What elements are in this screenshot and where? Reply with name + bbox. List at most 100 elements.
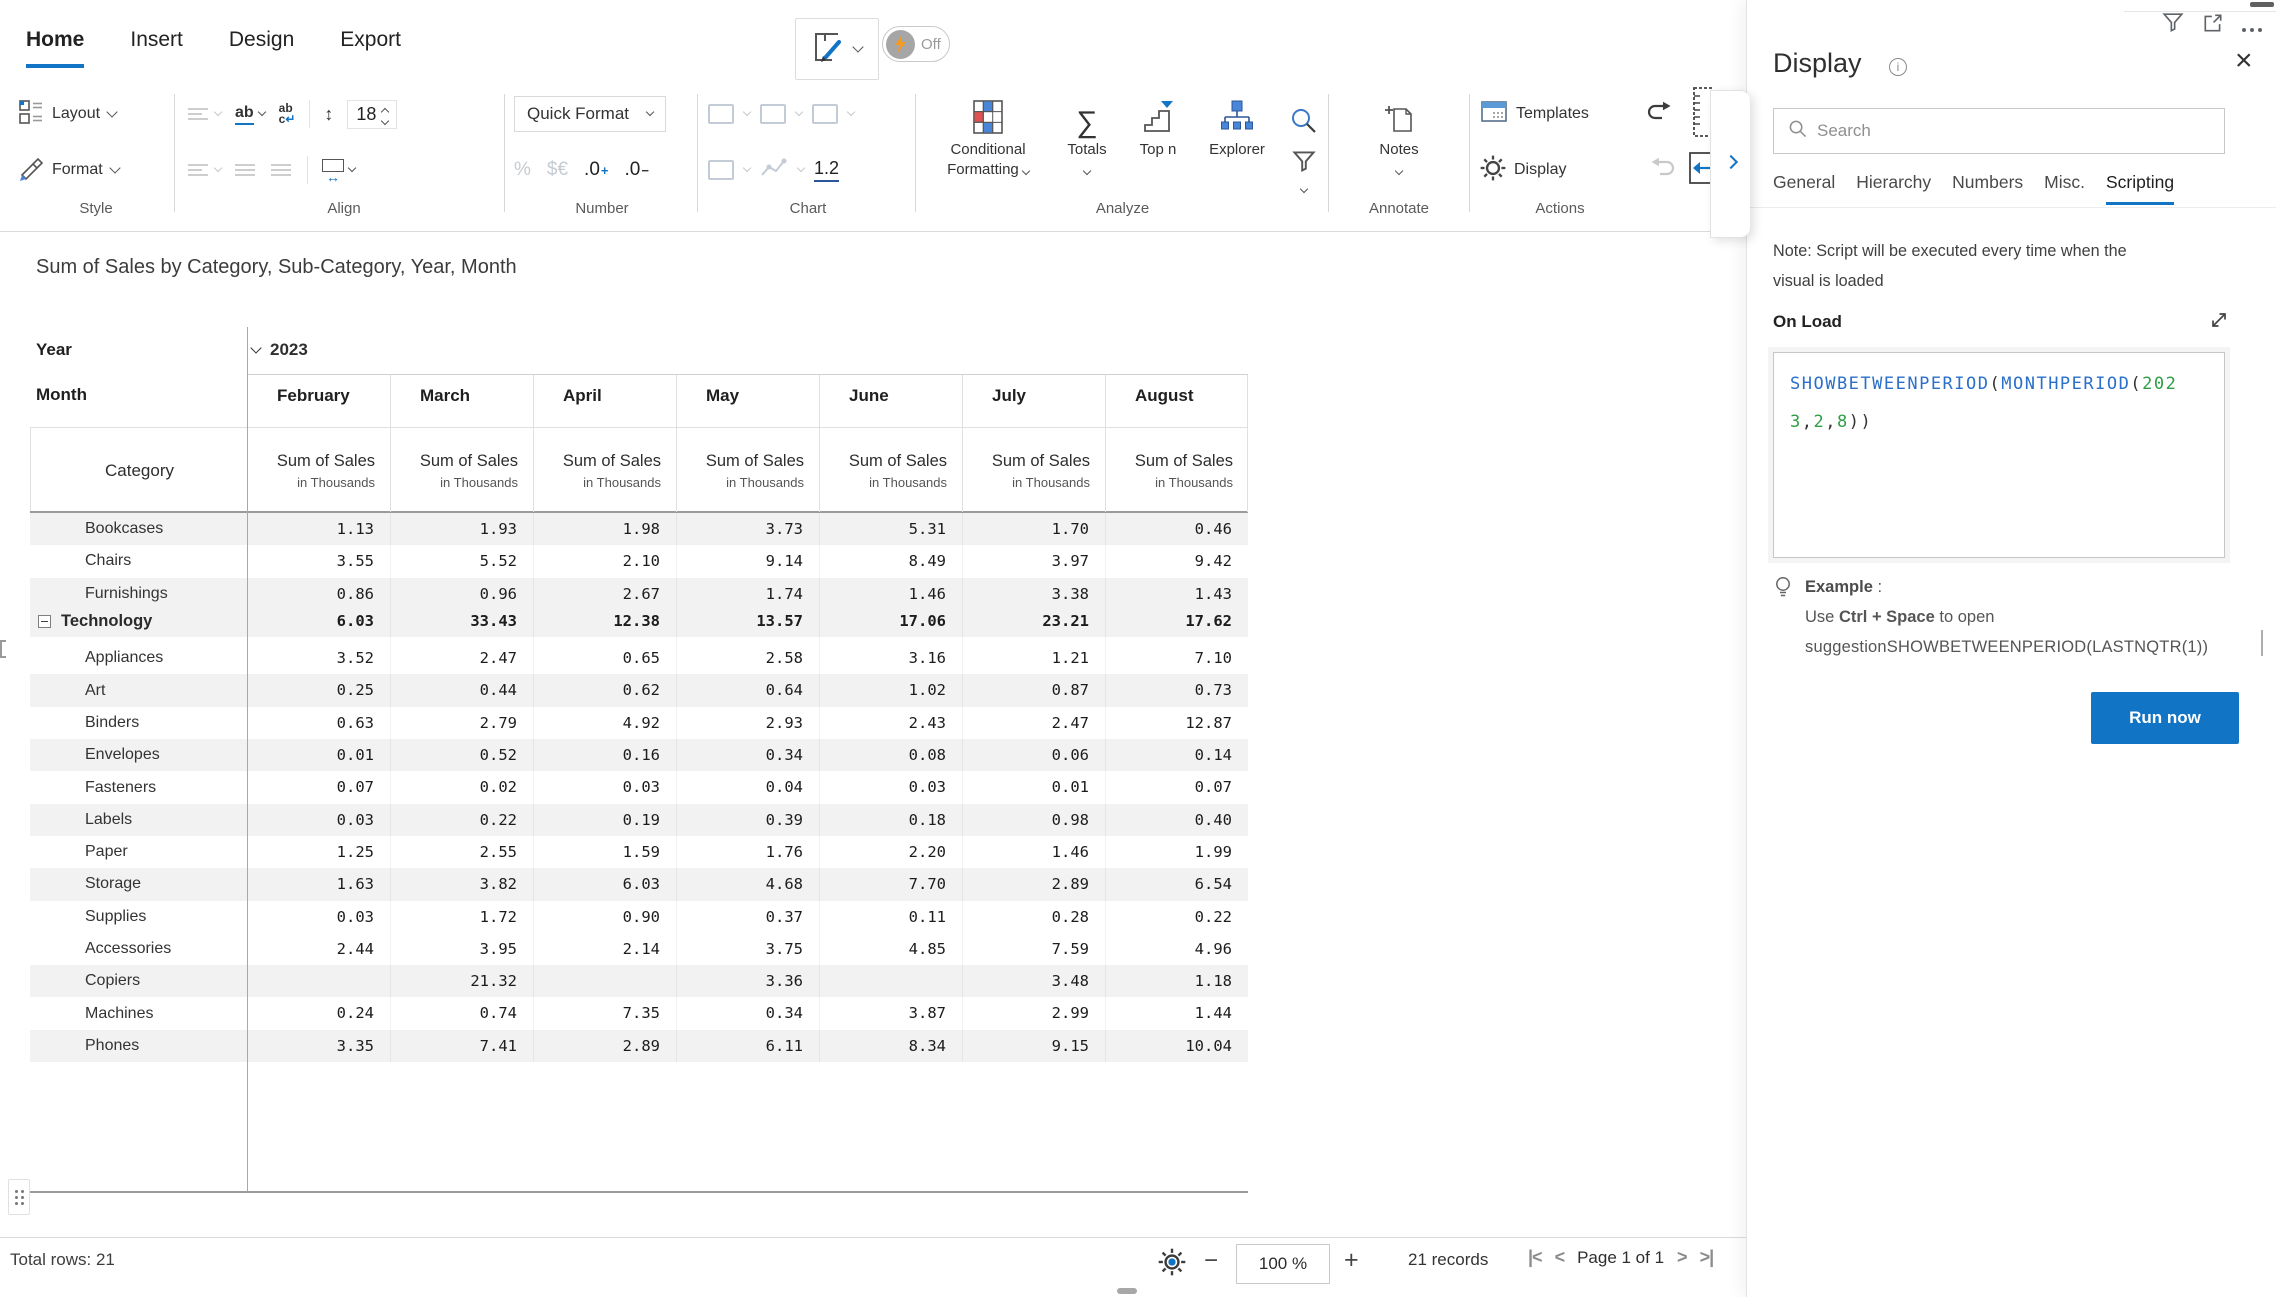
resize-handle[interactable] xyxy=(0,640,6,658)
subcategory-row-label[interactable]: Copiers xyxy=(30,965,247,997)
subcategory-row-label[interactable]: Storage xyxy=(30,868,247,900)
value-cell[interactable]: 1.44 xyxy=(1105,997,1248,1029)
value-cell[interactable]: 2.55 xyxy=(390,836,533,868)
value-cell[interactable]: 0.64 xyxy=(676,674,819,706)
value-cell[interactable]: 2.93 xyxy=(676,707,819,739)
month-header[interactable]: June xyxy=(819,375,962,417)
script-code-editor[interactable]: SHOWBETWEENPERIOD(MONTHPERIOD(2023,2,8)) xyxy=(1773,352,2225,558)
value-cell[interactable]: 0.04 xyxy=(676,771,819,803)
value-cell[interactable]: 3.73 xyxy=(676,513,819,545)
table-row[interactable]: Accessories2.443.952.143.754.857.594.96 xyxy=(30,933,1248,965)
value-cell[interactable]: 3.48 xyxy=(962,965,1105,997)
value-cell[interactable]: 2.43 xyxy=(819,707,962,739)
value-cell[interactable]: 0.65 xyxy=(533,642,676,674)
value-cell[interactable]: 3.75 xyxy=(676,933,819,965)
tab-numbers[interactable]: Numbers xyxy=(1952,172,2023,205)
subcategory-row-label[interactable]: Labels xyxy=(30,804,247,836)
notes-button[interactable]: Notes xyxy=(1366,92,1432,180)
subcategory-row-label[interactable]: Paper xyxy=(30,836,247,868)
search-input[interactable] xyxy=(1817,121,2224,141)
table-row[interactable]: Supplies0.031.720.900.370.110.280.22 xyxy=(30,901,1248,933)
collapse-toggle-icon[interactable] xyxy=(38,615,51,628)
value-cell[interactable]: 0.11 xyxy=(819,901,962,933)
table-row[interactable]: Envelopes0.010.520.160.340.080.060.14 xyxy=(30,739,1248,771)
more-options-icon[interactable] xyxy=(2242,20,2262,32)
search-button[interactable] xyxy=(1287,92,1321,140)
tab-design[interactable]: Design xyxy=(229,28,294,52)
value-cell[interactable]: 0.18 xyxy=(819,804,962,836)
value-cell[interactable]: 0.52 xyxy=(390,739,533,771)
value-cell[interactable]: 0.24 xyxy=(247,997,390,1029)
value-cell[interactable]: 0.25 xyxy=(247,674,390,706)
value-cell[interactable]: 2.44 xyxy=(247,933,390,965)
table-row[interactable]: Appliances3.522.470.652.583.161.217.10 xyxy=(30,642,1248,674)
value-cell[interactable]: 1.98 xyxy=(533,513,676,545)
totals-button[interactable]: ∑ Totals xyxy=(1055,92,1119,180)
value-cell[interactable]: 9.15 xyxy=(962,1030,1105,1062)
value-cell[interactable]: 21.32 xyxy=(390,965,533,997)
table-drag-handle[interactable] xyxy=(8,1179,30,1215)
month-header[interactable]: May xyxy=(676,375,819,417)
value-cell[interactable]: 0.22 xyxy=(1105,901,1248,933)
value-cell[interactable]: 17.06 xyxy=(819,605,962,637)
table-row[interactable]: Bookcases1.131.931.983.735.311.700.46 xyxy=(30,513,1248,545)
value-cell[interactable]: 5.31 xyxy=(819,513,962,545)
measure-header[interactable]: Sum of Salesin Thousands xyxy=(391,428,534,513)
value-cell[interactable]: 0.03 xyxy=(247,804,390,836)
increase-decimal-button[interactable]: .0+ xyxy=(584,159,608,181)
value-cell[interactable]: 2.10 xyxy=(533,545,676,577)
value-cell[interactable]: 2.79 xyxy=(390,707,533,739)
stepper-up-icon[interactable] xyxy=(381,107,389,115)
table-row[interactable]: Technology6.0333.4312.3813.5717.0623.211… xyxy=(30,605,1248,637)
zoom-in-button[interactable]: + xyxy=(1344,1246,1359,1275)
tab-misc[interactable]: Misc. xyxy=(2044,172,2085,205)
prev-page-button[interactable]: < xyxy=(1555,1247,1565,1268)
value-cell[interactable]: 12.38 xyxy=(533,605,676,637)
value-cell[interactable]: 8.49 xyxy=(819,545,962,577)
value-cell[interactable]: 7.70 xyxy=(819,868,962,900)
category-column-header[interactable]: Category xyxy=(31,428,248,513)
value-cell[interactable]: 7.35 xyxy=(533,997,676,1029)
value-cell[interactable]: 0.07 xyxy=(247,771,390,803)
value-cell[interactable]: 3.55 xyxy=(247,545,390,577)
subcategory-row-label[interactable]: Accessories xyxy=(30,933,247,965)
text-overflow-button[interactable]: ab xyxy=(235,104,265,125)
value-cell[interactable]: 0.03 xyxy=(247,901,390,933)
value-cell[interactable]: 6.54 xyxy=(1105,868,1248,900)
value-cell[interactable]: 0.34 xyxy=(676,997,819,1029)
tab-general[interactable]: General xyxy=(1773,172,1835,205)
category-row-label[interactable]: Technology xyxy=(30,605,247,637)
table-row[interactable]: Binders0.632.794.922.932.432.4712.87 xyxy=(30,707,1248,739)
decimal-style-button[interactable]: 1.2 xyxy=(814,158,839,182)
value-cell[interactable]: 1.63 xyxy=(247,868,390,900)
value-cell[interactable]: 0.28 xyxy=(962,901,1105,933)
value-cell[interactable]: 13.57 xyxy=(676,605,819,637)
zoom-level-field[interactable]: 100 % xyxy=(1236,1244,1330,1284)
value-cell[interactable]: 2.99 xyxy=(962,997,1105,1029)
subcategory-row-label[interactable]: Appliances xyxy=(30,642,247,674)
value-cell[interactable]: 4.85 xyxy=(819,933,962,965)
value-cell[interactable]: 0.19 xyxy=(533,804,676,836)
last-page-button[interactable]: >| xyxy=(1700,1247,1714,1268)
value-cell[interactable]: 0.07 xyxy=(1105,771,1248,803)
tab-export[interactable]: Export xyxy=(340,28,401,52)
panel-search-box[interactable] xyxy=(1773,108,2225,154)
value-cell[interactable]: 3.82 xyxy=(390,868,533,900)
text-wrap-button[interactable]: ab c↵ xyxy=(279,103,296,125)
value-cell[interactable]: 1.46 xyxy=(962,836,1105,868)
run-now-button[interactable]: Run now xyxy=(2091,692,2239,744)
value-cell[interactable]: 3.52 xyxy=(247,642,390,674)
value-cell[interactable]: 2.14 xyxy=(533,933,676,965)
year-group-header[interactable]: 2023 xyxy=(252,340,308,360)
value-cell[interactable]: 3.16 xyxy=(819,642,962,674)
value-cell[interactable]: 1.99 xyxy=(1105,836,1248,868)
table-row[interactable]: Phones3.357.412.896.118.349.1510.04 xyxy=(30,1030,1248,1062)
subcategory-row-label[interactable]: Fasteners xyxy=(30,771,247,803)
value-cell[interactable]: 1.25 xyxy=(247,836,390,868)
measure-header[interactable]: Sum of Salesin Thousands xyxy=(248,428,391,513)
value-cell[interactable]: 0.37 xyxy=(676,901,819,933)
value-cell[interactable] xyxy=(247,965,390,997)
zoom-out-button[interactable]: − xyxy=(1204,1247,1218,1275)
templates-button[interactable]: Templates xyxy=(1480,100,1630,129)
value-cell[interactable]: 33.43 xyxy=(390,605,533,637)
